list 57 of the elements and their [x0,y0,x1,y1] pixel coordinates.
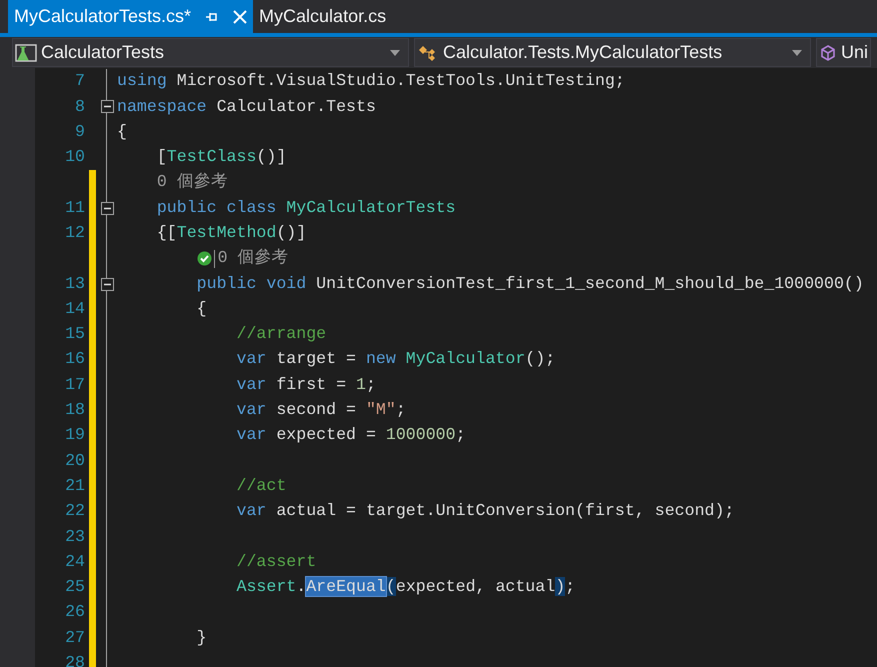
collapse-icon[interactable] [101,100,114,114]
code-line: var actual = target.UnitConversion(first, second); [235,500,734,522]
navigation-dropdown[interactable]: CalculatorTests [12,38,409,67]
line-number: 15 [64,323,86,346]
code-line: [TestClass()] [156,146,286,168]
dropdown-caret-icon[interactable] [792,50,802,56]
line-number: 16 [64,348,86,370]
code-line: //arrange [235,323,326,346]
code-line: } [196,626,207,649]
code-line: //assert [235,550,316,573]
code-line: {[TestMethod()] [156,222,306,244]
code-line: var first = 1; [235,374,376,396]
code-line: public class MyCalculatorTests [156,196,456,219]
line-number: 12 [64,222,86,244]
line-number: 22 [64,500,86,522]
line-number: 28 [64,652,86,667]
code-line: { [117,120,127,143]
file-tab[interactable]: MyCalculatorTests.cs* [8,0,254,33]
dropdown-caret-icon[interactable] [390,50,400,56]
line-number: 20 [64,450,86,472]
line-number: 14 [64,298,86,320]
test-passed-icon[interactable] [196,251,212,266]
line-number: 8 [74,96,86,118]
navigation-dropdown[interactable]: Uni [816,38,872,67]
line-number: 11 [64,196,86,219]
collapse-icon[interactable] [101,202,114,215]
close-icon[interactable] [233,10,248,24]
reference-count-link[interactable]: 0 個參考 [156,170,228,196]
code-line: using Microsoft.VisualStudio.TestTools.UnitTesting; [117,70,625,92]
line-number: 18 [64,399,86,422]
reference-count-link[interactable]: 0 個參考 [218,246,289,272]
navigation-dropdown[interactable]: Calculator.Tests.MyCalculatorTests [414,38,811,67]
test-project-icon [15,44,37,62]
code-line: namespace Calculator.Tests [117,96,376,118]
code-line: var second = "M"; [235,399,406,422]
line-number: 24 [64,550,86,573]
file-tab[interactable]: MyCalculator.cs [253,0,392,33]
line-number: 25 [64,576,86,598]
code-line: { [196,298,207,320]
line-number: 26 [64,601,86,624]
cube-icon [819,44,837,62]
code-line: //act [235,474,286,497]
line-number: 10 [64,146,86,168]
line-number: 13 [64,272,86,295]
code-line: public void UnitConversionTest_first_1_second_M_should_be_1000000() [196,272,864,295]
line-number: 27 [64,626,86,649]
code-line: var target = new MyCalculator(); [235,348,556,370]
collapse-icon[interactable] [101,278,114,291]
code-line: Assert.AreEqual(expected, actual); [235,576,576,598]
pin-icon[interactable] [205,10,220,22]
line-number: 7 [74,70,86,92]
code-line: var expected = 1000000; [235,424,466,446]
line-number: 21 [64,474,86,497]
line-number: 17 [64,374,86,396]
line-number: 9 [74,120,86,143]
line-number: 19 [64,424,86,446]
line-number: 23 [64,526,86,548]
